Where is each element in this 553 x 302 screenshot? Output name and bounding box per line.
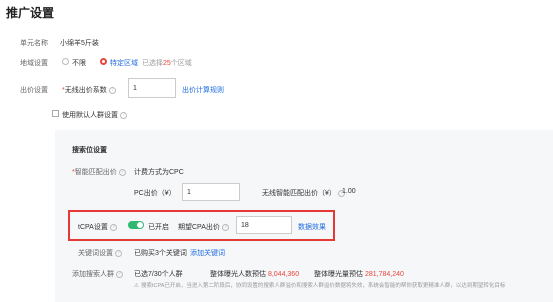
region-radio-specific[interactable]	[100, 58, 107, 65]
help-icon[interactable]: ?	[116, 270, 123, 278]
slot-section-title: 搜索位设置	[72, 147, 107, 154]
region-selected-prefix: 已选择	[142, 60, 163, 67]
expect-cpa-input[interactable]: 18	[236, 216, 292, 234]
bid-rule-link[interactable]: 出价计算规则	[182, 85, 224, 95]
expect-cpa-label: 期望CPA出价?	[178, 222, 229, 232]
keyword-bought-text: 已购买3个关键词	[134, 250, 187, 257]
crowd-selected-text: 已选7/30个人群	[134, 271, 183, 278]
help-icon[interactable]: ?	[120, 111, 127, 119]
keyword-label: 关键词设置?	[78, 248, 122, 258]
pc-bid-label: PC出价（¥）	[134, 190, 176, 197]
billing-method-text: 计费方式为CPC	[134, 169, 184, 176]
tcpa-toggle-text: 已开启	[148, 224, 169, 231]
wireless-coef-label: *无线出价系数?	[62, 85, 116, 95]
smart-match-label: *智能匹配出价?	[72, 167, 126, 177]
unit-name-value: 小绵羊5斤装	[60, 40, 99, 47]
region-label: 地域设置	[20, 60, 48, 67]
wireless-smart-label: 无线智能匹配出价（¥）?	[262, 188, 345, 198]
page-title: 推广设置	[6, 6, 55, 20]
data-effect-link[interactable]: 数据效果	[298, 222, 326, 232]
region-selected-suffix: 个区域	[170, 60, 192, 67]
region-selected-count: 25	[163, 60, 171, 67]
wireless-smart-value: 1.00	[342, 188, 356, 195]
help-icon[interactable]: ?	[118, 168, 126, 176]
exposure-people: 整体曝光人数预估 8,044,360	[210, 271, 300, 278]
wireless-coef-input[interactable]: 1	[128, 78, 176, 98]
unit-name-label: 单元名称	[20, 40, 48, 47]
tcpa-notice: ⚠ 搜索tCPA已开启，当进入第二阶段后，协同设置的搜索人群溢价和搜索人群溢价数据…	[134, 283, 506, 289]
region-selected-summary: 已选择25个区域	[142, 58, 192, 68]
help-icon[interactable]: ?	[221, 223, 229, 231]
default-crowd-label: 使用默认人群设置?	[62, 110, 127, 120]
warning-icon: ⚠	[134, 283, 139, 289]
help-icon[interactable]: ?	[108, 86, 116, 94]
region-option-unlimited[interactable]: 不限	[72, 58, 86, 68]
pc-bid-input[interactable]: 1	[182, 183, 240, 201]
region-option-specific[interactable]: 特定区域	[110, 58, 138, 68]
region-radio-unlimited[interactable]	[62, 58, 69, 65]
crowd-label: 添加搜索人群?	[72, 269, 123, 279]
bid-label: 出价设置	[20, 87, 48, 94]
tcpa-label: tCPA设置?	[78, 222, 117, 232]
default-crowd-checkbox[interactable]	[52, 110, 59, 117]
help-icon[interactable]: ?	[115, 249, 122, 257]
add-keyword-link[interactable]: 添加关键词	[190, 248, 225, 258]
help-icon[interactable]: ?	[109, 223, 117, 231]
tcpa-toggle[interactable]	[128, 221, 144, 229]
exposure-count: 整体曝光量预估 281,784,240	[314, 271, 404, 278]
